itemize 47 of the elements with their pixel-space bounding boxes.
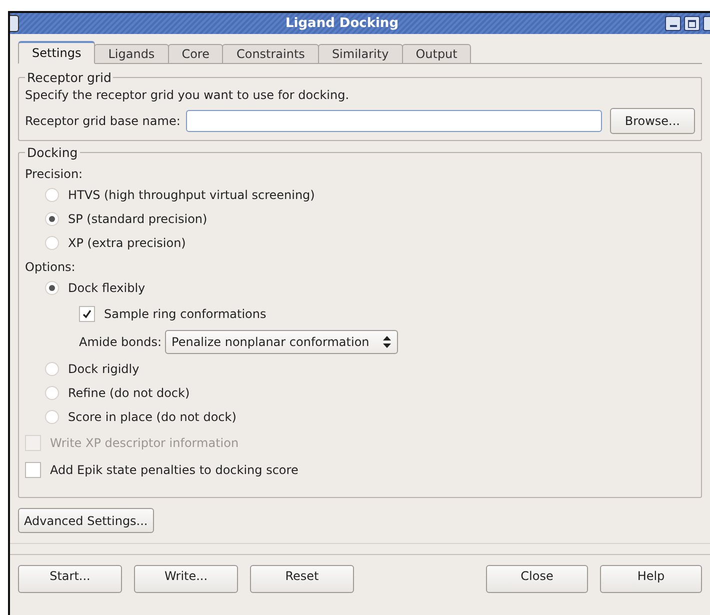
tab[interactable]: Core bbox=[168, 44, 224, 64]
section-label: Options: bbox=[25, 260, 76, 274]
advanced-settings-button[interactable]: Advanced Settings... bbox=[18, 508, 154, 533]
checkmark-icon bbox=[82, 308, 92, 318]
action-button[interactable]: Start... bbox=[18, 565, 122, 593]
up-down-arrows-icon bbox=[383, 336, 392, 348]
option-label[interactable]: Dock rigidly bbox=[68, 362, 140, 376]
group-title: Docking bbox=[26, 145, 79, 160]
field-label: Amide bonds: bbox=[79, 335, 162, 349]
group-title: Receptor grid bbox=[26, 70, 112, 85]
option-label[interactable]: SP (standard precision) bbox=[68, 212, 208, 226]
field-label: Receptor grid base name: bbox=[25, 114, 180, 128]
action-button[interactable]: Close bbox=[486, 565, 588, 593]
description-text: Specify the receptor grid you want to use for docking. bbox=[25, 88, 350, 102]
minimize-icon[interactable] bbox=[665, 16, 681, 31]
radio-button[interactable] bbox=[45, 386, 59, 400]
browse-button[interactable]: Browse... bbox=[610, 108, 695, 134]
grid-name-field[interactable] bbox=[186, 110, 602, 132]
close-icon[interactable] bbox=[703, 16, 710, 31]
radio-button[interactable] bbox=[45, 281, 59, 295]
option-label[interactable]: HTVS (high throughput virtual screening) bbox=[68, 188, 315, 202]
option-label[interactable]: Add Epik state penalties to docking score bbox=[50, 462, 298, 476]
radio-button[interactable] bbox=[45, 236, 59, 250]
maximize-icon[interactable] bbox=[684, 16, 700, 31]
section-label: Precision: bbox=[25, 167, 84, 181]
window-menu-icon[interactable] bbox=[10, 15, 19, 32]
amide-bonds-dropdown[interactable]: Penalize nonplanar conformation bbox=[164, 330, 398, 354]
radio-button[interactable] bbox=[45, 410, 59, 424]
option-label[interactable]: Score in place (do not dock) bbox=[68, 410, 236, 424]
action-button[interactable]: Help bbox=[600, 565, 702, 593]
radio-button[interactable] bbox=[45, 188, 59, 202]
action-button[interactable]: Write... bbox=[134, 565, 238, 593]
tab[interactable]: Constraints bbox=[222, 44, 319, 64]
option-label[interactable]: Dock flexibly bbox=[68, 281, 146, 295]
option-label[interactable]: XP (extra precision) bbox=[68, 236, 186, 250]
option-label[interactable]: Refine (do not dock) bbox=[68, 386, 190, 400]
checkbox[interactable] bbox=[25, 462, 41, 478]
radio-button[interactable] bbox=[45, 362, 59, 376]
window-title: Ligand Docking bbox=[284, 16, 400, 31]
tab[interactable]: Ligands bbox=[94, 44, 169, 64]
radio-button[interactable] bbox=[45, 212, 59, 226]
option-label[interactable]: Sample ring conformations bbox=[104, 306, 266, 320]
checkbox[interactable] bbox=[79, 306, 95, 322]
tab[interactable]: Output bbox=[402, 44, 472, 64]
action-button[interactable]: Reset bbox=[250, 565, 354, 593]
tab[interactable]: Settings bbox=[18, 41, 96, 64]
tab[interactable]: Similarity bbox=[318, 44, 403, 64]
